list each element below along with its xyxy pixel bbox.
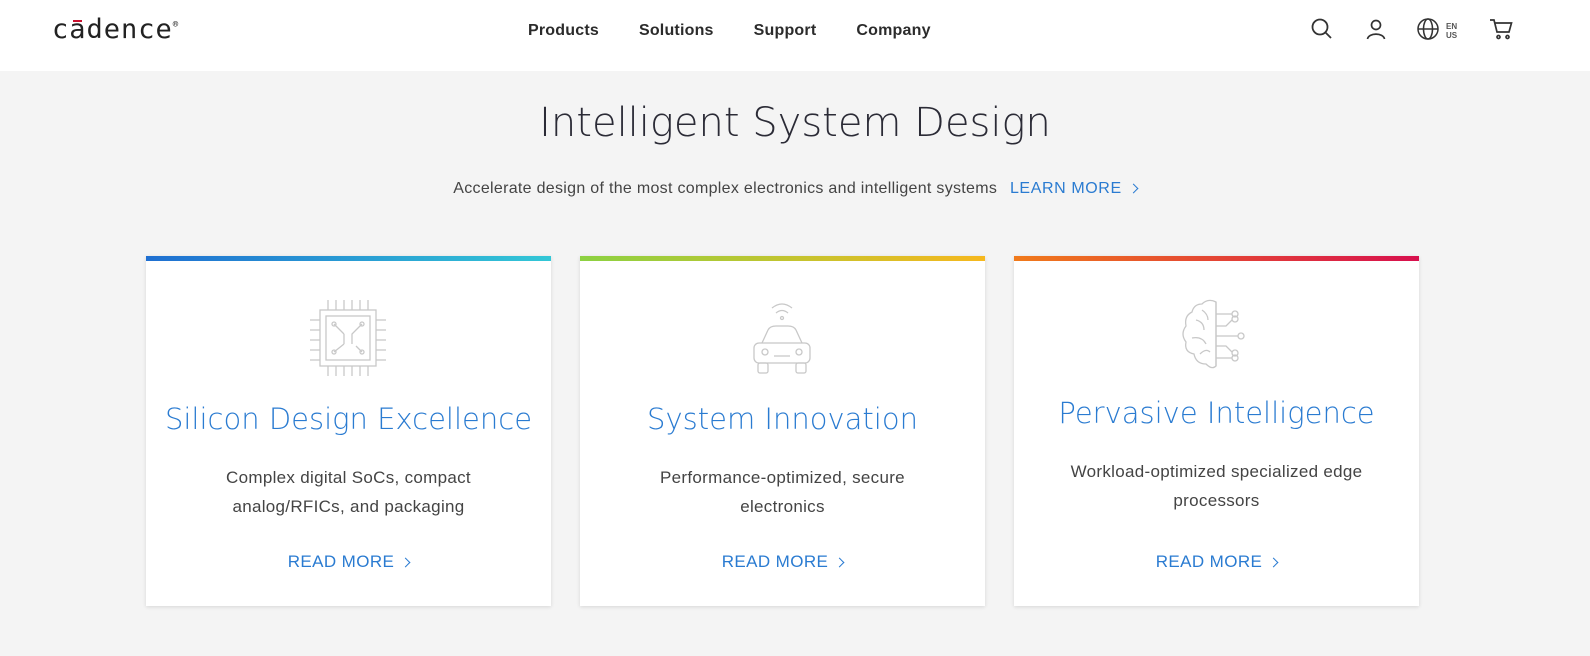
nav-solutions[interactable]: Solutions (639, 22, 714, 40)
logo-accent (73, 20, 82, 22)
region-code: US (1446, 31, 1458, 40)
nav-support[interactable]: Support (754, 22, 817, 40)
cadence-logo[interactable]: cadence® (52, 14, 179, 45)
nav-company[interactable]: Company (856, 22, 930, 40)
read-more-label: READ MORE (1155, 552, 1263, 571)
chevron-right-icon (400, 557, 411, 568)
read-more-link[interactable]: READ MORE (146, 552, 551, 572)
chevron-right-icon (1128, 183, 1139, 194)
card-description: Complex digital SoCs, compact analog/RFI… (226, 468, 471, 516)
card-title: System Innovation (647, 402, 918, 436)
account-icon[interactable] (1364, 17, 1388, 46)
card-silicon-design: Silicon Design Excellence Complex digita… (146, 256, 551, 606)
cart-icon[interactable] (1488, 17, 1514, 46)
card-accent-bar (1014, 256, 1419, 261)
read-more-link[interactable]: READ MORE (580, 552, 985, 572)
card-description: Workload-optimized specialized edge proc… (1070, 462, 1363, 510)
card-accent-bar (580, 256, 985, 261)
brain-circuit-icon (1176, 296, 1256, 376)
card-accent-bar (146, 256, 551, 261)
hero-subtitle: Accelerate design of the most complex el… (0, 180, 1590, 198)
read-more-label: READ MORE (287, 552, 395, 571)
card-system-innovation: System Innovation Performance-optimized,… (580, 256, 985, 606)
chevron-right-icon (834, 557, 845, 568)
card-description: Performance-optimized, secure electronic… (660, 468, 905, 516)
card-pervasive-intelligence: Pervasive Intelligence Workload-optimize… (1014, 256, 1419, 606)
chevron-right-icon (1268, 557, 1279, 568)
chip-icon (308, 298, 388, 378)
registered-mark: ® (172, 20, 180, 30)
learn-more-label: LEARN MORE (1009, 180, 1122, 197)
top-header: cadence® Products Solutions Support Comp… (0, 0, 1590, 71)
read-more-link[interactable]: READ MORE (1014, 552, 1419, 572)
learn-more-link[interactable]: LEARN MORE (1009, 180, 1139, 197)
connected-car-icon (742, 298, 822, 378)
language-selector[interactable]: EN US (1446, 22, 1457, 40)
globe-icon[interactable] (1416, 17, 1440, 46)
hero-subtitle-text: Accelerate design of the most complex el… (453, 180, 998, 197)
search-icon[interactable] (1310, 17, 1334, 46)
logo-text: cadence (52, 14, 173, 45)
hero-title: Intelligent System Design (539, 100, 1051, 146)
nav-products[interactable]: Products (528, 22, 599, 40)
language-code: EN (1446, 22, 1458, 31)
card-title: Pervasive Intelligence (1058, 396, 1375, 430)
card-title: Silicon Design Excellence (164, 402, 533, 436)
main-nav: Products Solutions Support Company (528, 22, 931, 40)
read-more-label: READ MORE (721, 552, 829, 571)
